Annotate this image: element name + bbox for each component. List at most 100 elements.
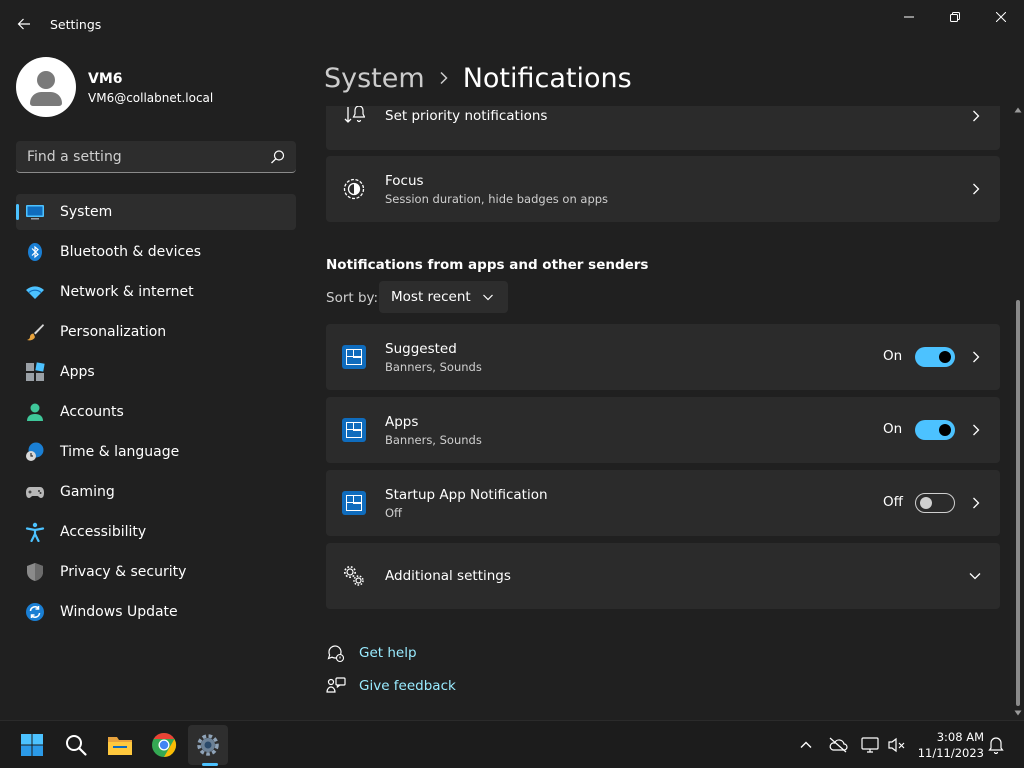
title-bar: Settings <box>0 0 1024 48</box>
minimize-button[interactable] <box>886 4 932 30</box>
sidebar-item-label: Accessibility <box>60 524 147 540</box>
app-tile-icon <box>342 345 366 369</box>
card-subtitle: Session duration, hide badges on apps <box>385 192 609 206</box>
card-title: Startup App Notification <box>385 487 548 503</box>
sort-dropdown[interactable]: Most recent <box>379 281 508 313</box>
chevron-right-icon <box>440 71 448 85</box>
accessibility-icon <box>25 522 45 542</box>
additional-settings-card[interactable]: Additional settings <box>326 543 1000 609</box>
startup-app-toggle[interactable] <box>915 493 955 513</box>
taskbar-clock[interactable]: 3:08 AM 11/11/2023 <box>912 729 984 761</box>
sidebar-item-network[interactable]: Network & internet <box>16 274 296 310</box>
card-subtitle: Off <box>385 506 402 520</box>
scroll-down-arrow-icon[interactable] <box>1014 709 1022 717</box>
feedback-icon <box>326 677 346 693</box>
sidebar-item-label: Time & language <box>60 444 180 460</box>
chevron-down-icon <box>483 294 493 301</box>
breadcrumb: System Notifications <box>324 58 632 98</box>
sort-value: Most recent <box>391 289 471 305</box>
priority-sort-icon <box>342 106 366 128</box>
card-title: Focus <box>385 173 424 189</box>
file-explorer-button[interactable] <box>100 725 140 765</box>
page-title: Notifications <box>462 62 632 94</box>
sender-row-suggested[interactable]: Suggested Banners, Sounds On <box>326 324 1000 390</box>
folder-icon <box>108 737 132 755</box>
chevron-right-icon <box>973 351 980 363</box>
clock-time: 3:08 AM <box>936 730 984 744</box>
chrome-button[interactable] <box>144 725 184 765</box>
settings-gear-icon <box>197 734 219 756</box>
sidebar-item-label: Apps <box>60 364 95 380</box>
give-feedback-label: Give feedback <box>359 678 456 694</box>
accounts-icon <box>27 403 43 421</box>
search-input[interactable] <box>16 141 264 172</box>
notification-bell-button[interactable] <box>986 735 1006 755</box>
sidebar-item-label: Windows Update <box>60 604 178 620</box>
sidebar-item-gaming[interactable]: Gaming <box>16 474 296 510</box>
toggle-state-label: On <box>883 421 903 437</box>
search-icon <box>66 735 87 756</box>
breadcrumb-parent[interactable]: System <box>324 63 425 94</box>
volume-tray-button[interactable] <box>886 735 906 755</box>
sidebar-item-bluetooth[interactable]: Bluetooth & devices <box>16 234 296 270</box>
taskbar: 3:08 AM 11/11/2023 <box>0 720 1024 768</box>
sidebar-item-time-language[interactable]: Time & language <box>16 434 296 470</box>
sender-row-apps[interactable]: Apps Banners, Sounds On <box>326 397 1000 463</box>
toggle-state-label: Off <box>883 494 903 510</box>
app-tile-icon <box>342 491 366 515</box>
chevron-right-icon <box>973 424 980 436</box>
back-button[interactable] <box>10 10 38 38</box>
system-icon <box>26 205 44 220</box>
get-help-label: Get help <box>359 645 417 661</box>
give-feedback-link[interactable]: Give feedback <box>326 674 456 698</box>
sidebar-item-label: System <box>60 204 113 220</box>
apps-toggle[interactable] <box>915 420 955 440</box>
active-app-indicator <box>202 763 218 766</box>
restore-button[interactable] <box>932 4 978 30</box>
settings-app-button[interactable] <box>188 725 228 765</box>
chrome-icon <box>152 733 177 757</box>
close-button[interactable] <box>978 4 1024 30</box>
sidebar-item-label: Bluetooth & devices <box>60 244 202 260</box>
search-icon[interactable] <box>270 149 286 165</box>
sidebar-item-accessibility[interactable]: Accessibility <box>16 514 296 550</box>
focus-card[interactable]: Focus Session duration, hide badges on a… <box>326 156 1000 222</box>
volume-muted-icon <box>888 737 905 753</box>
sidebar-item-label: Privacy & security <box>60 564 187 580</box>
cloud-off-icon <box>829 737 848 753</box>
onedrive-tray-button[interactable] <box>828 735 848 755</box>
sidebar-item-system[interactable]: System <box>16 194 296 230</box>
scrollbar-thumb[interactable] <box>1016 300 1020 706</box>
sidebar-item-accounts[interactable]: Accounts <box>16 394 296 430</box>
suggested-toggle[interactable] <box>915 347 955 367</box>
sidebar-item-windows-update[interactable]: Windows Update <box>16 594 296 630</box>
help-chat-icon <box>327 645 345 663</box>
wifi-icon <box>26 286 44 299</box>
get-help-link[interactable]: Get help <box>326 641 417 665</box>
sidebar-item-label: Personalization <box>60 324 167 340</box>
apps-icon <box>26 362 45 381</box>
chevron-right-icon <box>973 110 980 122</box>
card-subtitle: Banners, Sounds <box>385 433 482 447</box>
sidebar-item-apps[interactable]: Apps <box>16 354 296 390</box>
show-hidden-icons-button[interactable] <box>796 735 816 755</box>
card-title: Suggested <box>385 341 457 357</box>
back-arrow-icon <box>17 18 30 30</box>
network-tray-button[interactable] <box>860 735 880 755</box>
card-title: Set priority notifications <box>385 108 548 124</box>
priority-notifications-card[interactable]: Set priority notifications <box>326 106 1000 150</box>
network-monitor-icon <box>861 737 879 753</box>
chevron-down-icon <box>969 573 981 580</box>
sidebar-item-privacy[interactable]: Privacy & security <box>16 554 296 590</box>
bluetooth-icon <box>28 243 42 261</box>
sidebar-item-personalization[interactable]: Personalization <box>16 314 296 350</box>
scroll-up-arrow-icon[interactable] <box>1014 106 1022 114</box>
avatar <box>16 57 76 117</box>
clock-globe-icon <box>26 442 44 461</box>
minimize-icon <box>904 16 914 18</box>
sender-row-startup-app[interactable]: Startup App Notification Off Off <box>326 470 1000 536</box>
app-tile-icon <box>342 418 366 442</box>
start-button[interactable] <box>12 725 52 765</box>
taskbar-search-button[interactable] <box>56 725 96 765</box>
restore-icon <box>950 12 960 22</box>
